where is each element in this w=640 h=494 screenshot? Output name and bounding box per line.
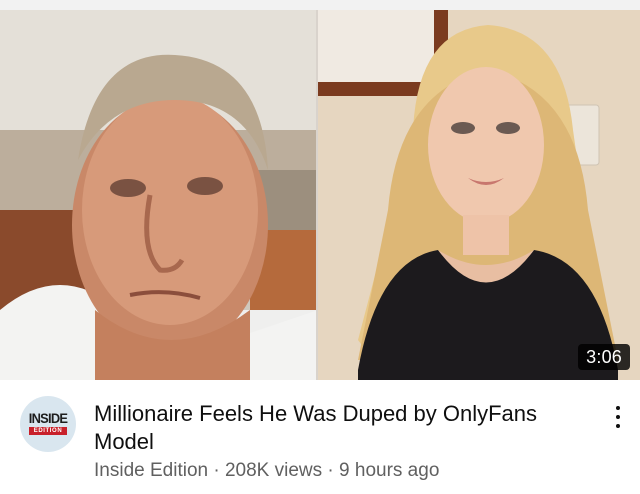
video-title[interactable]: Millionaire Feels He Was Duped by OnlyFa…: [94, 400, 594, 456]
separator-2: ·: [322, 460, 340, 481]
channel-name[interactable]: Inside Edition: [94, 460, 208, 481]
woman-image: [318, 10, 640, 380]
video-meta: INSIDE EDITION Millionaire Feels He Was …: [0, 380, 640, 494]
channel-logo-subtitle: EDITION: [33, 428, 63, 434]
video-subline: Inside Edition · 208K views · 9 hours ag…: [94, 460, 439, 482]
thumbnail-left-panel: [0, 10, 318, 380]
upload-age: 9 hours ago: [339, 460, 440, 481]
video-thumbnail[interactable]: 3:06: [0, 10, 640, 380]
view-count: 208K views: [224, 460, 323, 481]
duration-badge: 3:06: [578, 344, 630, 370]
channel-avatar[interactable]: INSIDE EDITION: [20, 396, 76, 452]
man-image: [0, 10, 318, 380]
more-vertical-icon[interactable]: [606, 402, 630, 432]
split-divider: [316, 10, 318, 380]
thumbnail-right-panel: [318, 10, 640, 380]
separator-1: ·: [208, 460, 225, 481]
channel-logo-wordmark: INSIDE: [28, 410, 68, 426]
top-strip: [0, 0, 640, 10]
